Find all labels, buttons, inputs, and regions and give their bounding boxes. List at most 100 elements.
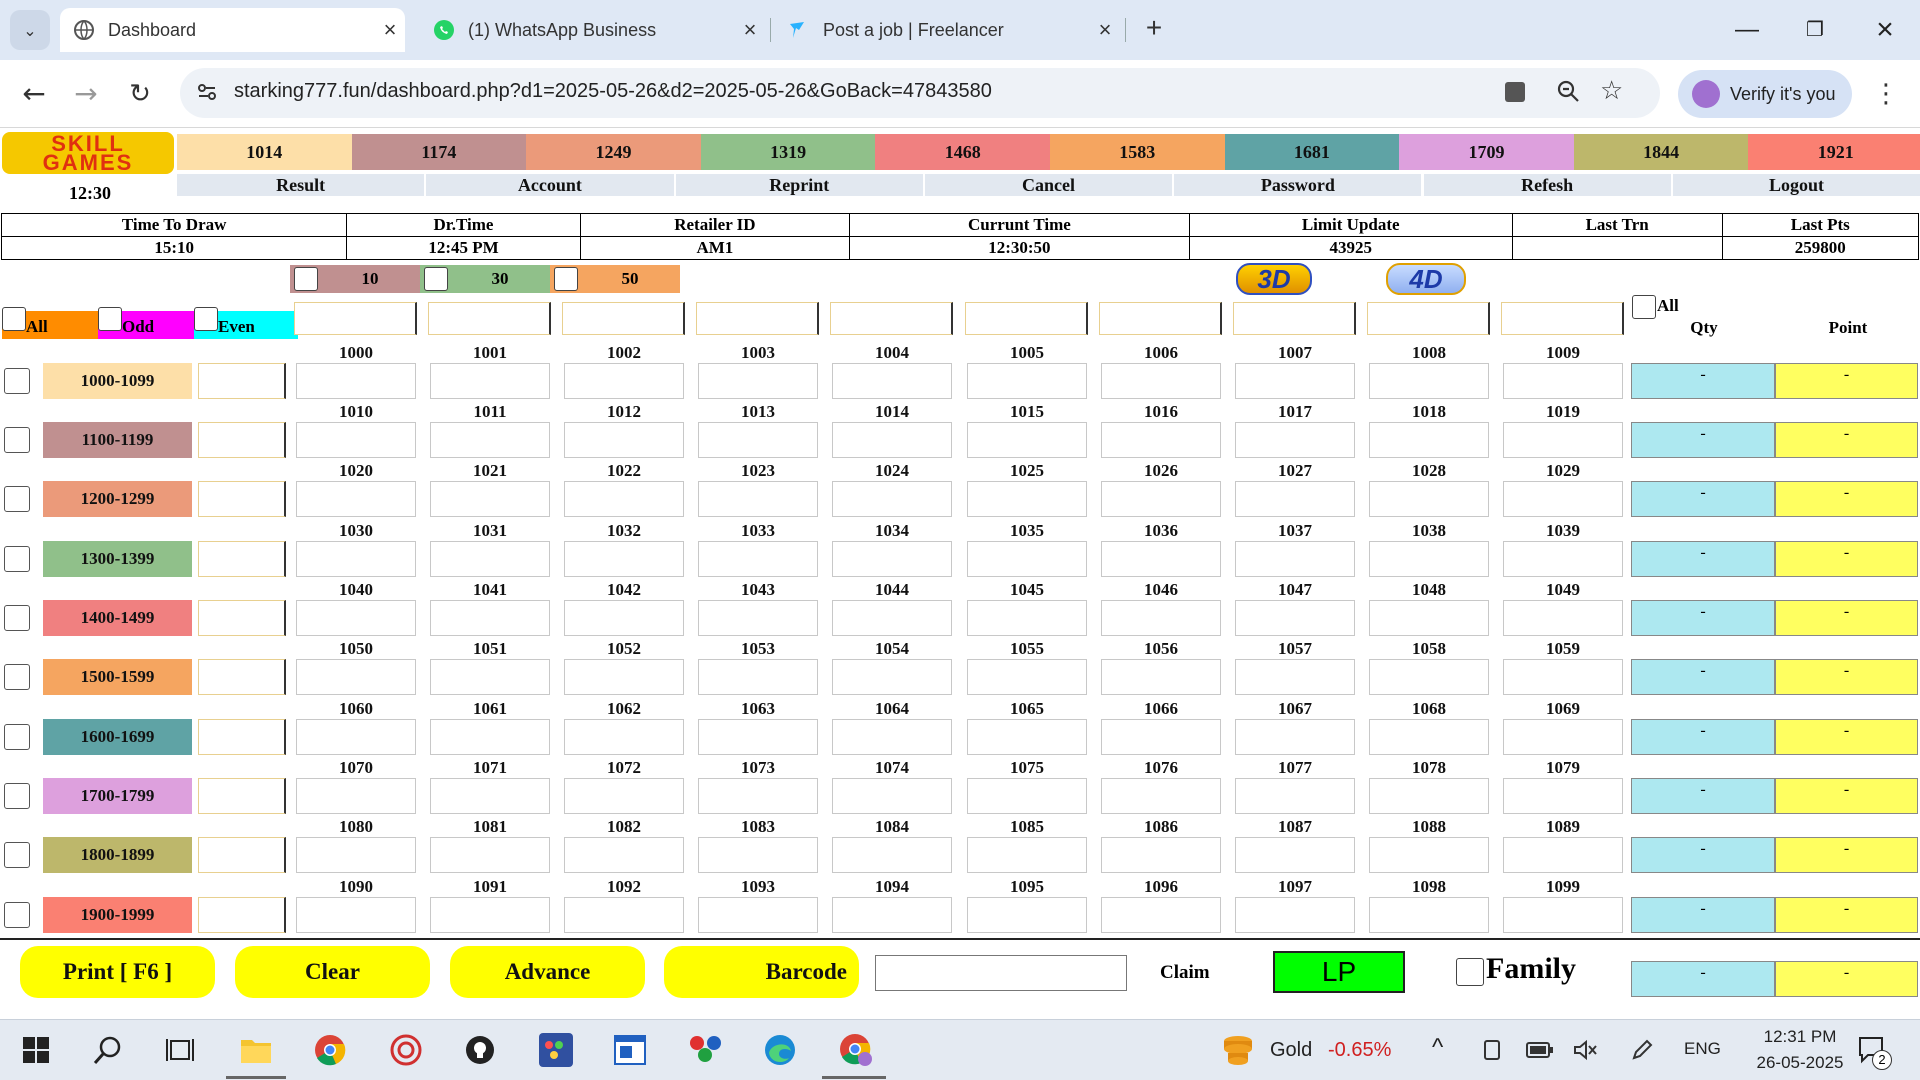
number-input[interactable] [698,719,818,755]
number-input[interactable] [832,778,952,814]
number-input[interactable] [1503,897,1623,933]
filter-checkbox[interactable] [194,307,218,331]
number-input[interactable] [698,778,818,814]
number-input[interactable] [1369,422,1489,458]
number-input[interactable] [1235,363,1355,399]
edge-icon[interactable] [760,1030,800,1070]
task-view-icon[interactable] [160,1030,200,1070]
number-input[interactable] [430,363,550,399]
number-input[interactable] [1369,837,1489,873]
close-icon[interactable]: × [375,17,405,43]
number-input[interactable] [1235,541,1355,577]
number-input[interactable] [1503,481,1623,517]
number-input[interactable] [967,422,1087,458]
language-indicator[interactable]: ENG [1684,1039,1721,1059]
number-input[interactable] [1369,659,1489,695]
filter-checkbox[interactable] [2,307,26,331]
number-input[interactable] [832,541,952,577]
row-checkbox[interactable] [4,546,30,572]
number-input[interactable] [967,778,1087,814]
number-input[interactable] [564,719,684,755]
number-input[interactable] [1101,422,1221,458]
number-input[interactable] [564,600,684,636]
filter-all[interactable]: All [2,307,98,339]
lp-button[interactable]: LP [1273,951,1405,993]
close-icon[interactable]: × [1090,17,1120,43]
tab-whatsapp[interactable]: (1) WhatsApp Business × [420,8,765,52]
number-input[interactable] [1235,422,1355,458]
advance-button[interactable]: Advance [450,946,645,998]
window-close-button[interactable]: × [1860,10,1910,50]
row-checkbox[interactable] [4,783,30,809]
number-input[interactable] [430,897,550,933]
row-range-label[interactable]: 1100-1199 [43,422,192,458]
number-input[interactable] [1503,600,1623,636]
row-range-label[interactable]: 1600-1699 [43,719,192,755]
number-input[interactable] [698,541,818,577]
number-input[interactable] [564,541,684,577]
number-input[interactable] [698,481,818,517]
nav-link-account[interactable]: Account [426,174,674,196]
taskbar-date[interactable]: 26-05-2025 [1740,1053,1860,1073]
restore-button[interactable]: ❐ [1790,10,1840,50]
windows-start-icon[interactable] [16,1030,56,1070]
nav-link-logout[interactable]: Logout [1672,174,1920,196]
number-input[interactable] [1101,659,1221,695]
number-input[interactable] [564,837,684,873]
close-icon[interactable]: × [735,17,765,43]
row-input[interactable] [198,422,286,458]
number-input[interactable] [1101,837,1221,873]
number-input[interactable] [1369,363,1489,399]
number-input[interactable] [1369,541,1489,577]
number-input[interactable] [1235,481,1355,517]
number-input[interactable] [1369,719,1489,755]
verify-profile-button[interactable]: Verify it's you [1678,70,1852,118]
number-input[interactable] [1235,837,1355,873]
number-input[interactable] [1503,422,1623,458]
number-input[interactable] [832,481,952,517]
number-input[interactable] [698,363,818,399]
row-range-label[interactable]: 1800-1899 [43,837,192,873]
chrome-icon[interactable] [310,1030,350,1070]
number-input[interactable] [1235,897,1355,933]
address-bar[interactable]: starking777.fun/dashboard.php?d1=2025-05… [180,68,1660,118]
print-button[interactable]: Print [ F6 ] [20,946,215,998]
filter-odd[interactable]: Odd [98,307,194,339]
number-input[interactable] [1503,363,1623,399]
number-input[interactable] [967,481,1087,517]
number-input[interactable] [296,363,416,399]
family-checkbox[interactable] [1456,958,1484,986]
bookmark-star-icon[interactable]: ☆ [1600,76,1623,106]
number-input[interactable] [832,837,952,873]
multiplier-option[interactable]: 30 [420,265,550,293]
row-input[interactable] [198,837,286,873]
number-input[interactable] [967,600,1087,636]
number-input[interactable] [832,659,952,695]
number-input[interactable] [1101,363,1221,399]
number-input[interactable] [1369,600,1489,636]
column-input[interactable] [294,302,417,335]
number-input[interactable] [967,897,1087,933]
volume-muted-icon[interactable] [1566,1030,1606,1070]
column-input[interactable] [965,302,1088,335]
number-input[interactable] [296,659,416,695]
number-input[interactable] [430,778,550,814]
minimize-button[interactable]: — [1722,10,1772,50]
number-input[interactable] [296,778,416,814]
number-input[interactable] [967,719,1087,755]
number-input[interactable] [564,659,684,695]
row-checkbox[interactable] [4,664,30,690]
row-checkbox[interactable] [4,902,30,928]
column-input[interactable] [428,302,551,335]
number-input[interactable] [564,778,684,814]
number-input[interactable] [296,719,416,755]
column-input[interactable] [1367,302,1490,335]
nav-link-refesh[interactable]: Refesh [1423,174,1671,196]
number-input[interactable] [698,659,818,695]
number-input[interactable] [967,659,1087,695]
row-checkbox[interactable] [4,842,30,868]
filter-checkbox[interactable] [98,307,122,331]
row-input[interactable] [198,659,286,695]
taskbar-time[interactable]: 12:31 PM [1740,1027,1860,1047]
row-range-label[interactable]: 1900-1999 [43,897,192,933]
